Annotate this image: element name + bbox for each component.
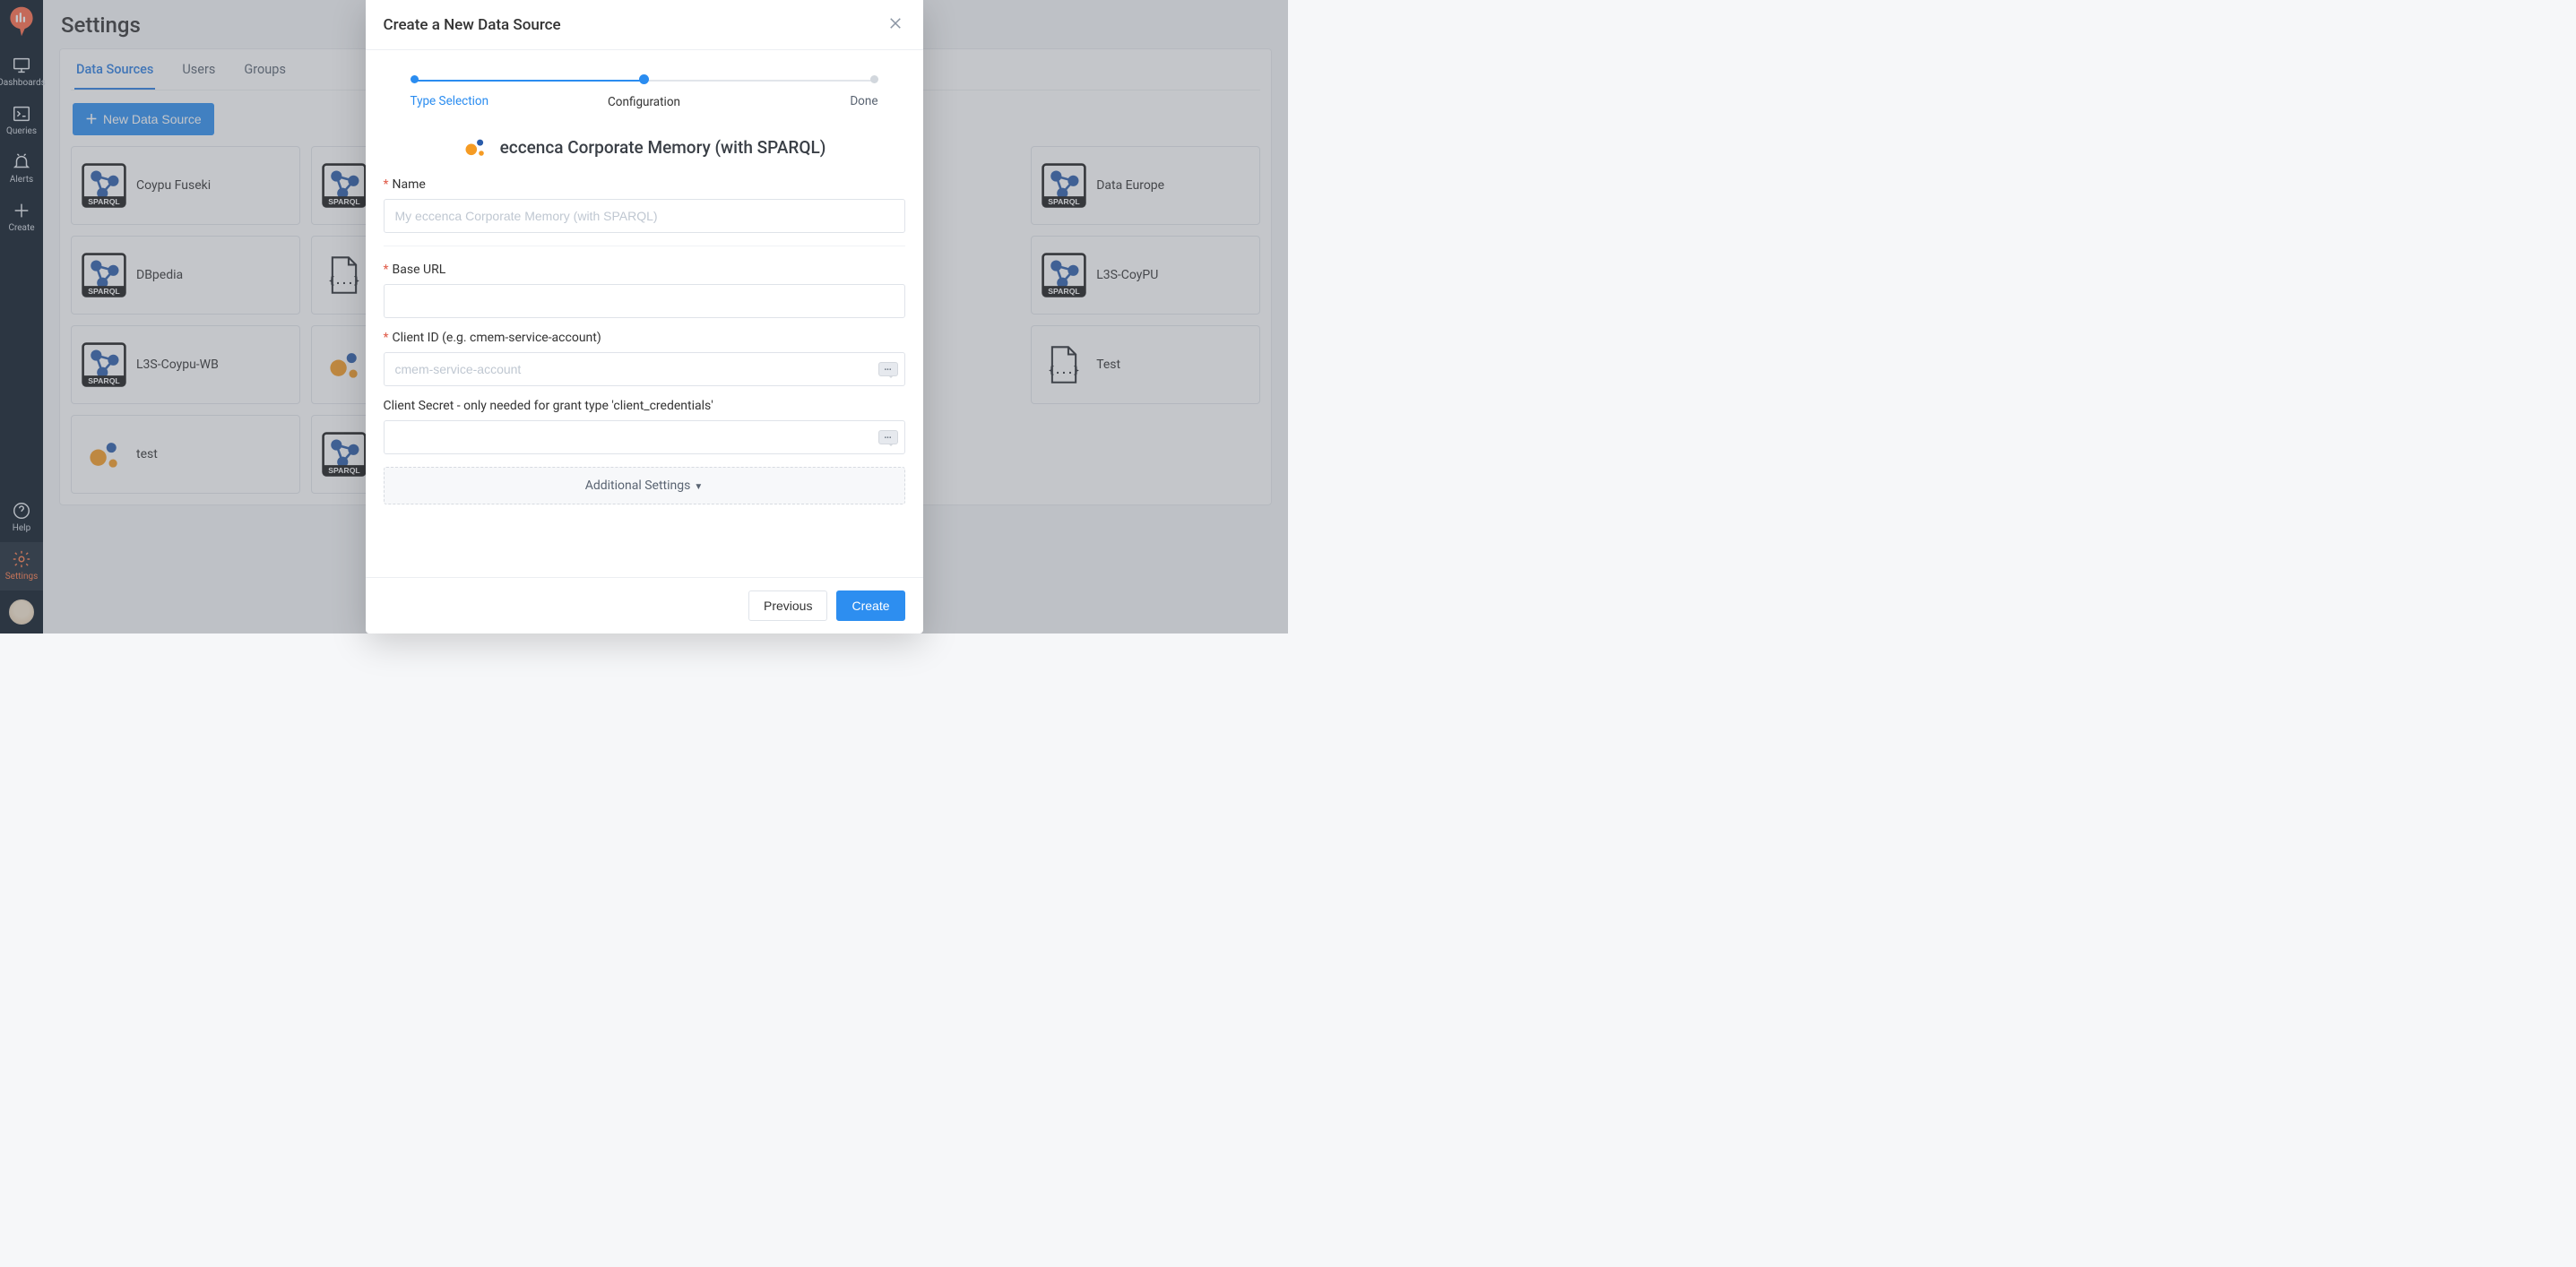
previous-button[interactable]: Previous <box>748 590 827 621</box>
name-input[interactable] <box>384 199 905 233</box>
eccenca-icon <box>462 134 488 159</box>
modal-header: Create a New Data Source <box>366 0 923 50</box>
password-manager-icon[interactable]: ••• <box>878 362 898 376</box>
step-done: Done <box>807 75 878 109</box>
additional-settings-toggle[interactable]: Additional Settings▼ <box>384 467 905 504</box>
close-icon <box>889 17 902 30</box>
chevron-down-icon: ▼ <box>694 482 703 492</box>
data-source-type-header: eccenca Corporate Memory (with SPARQL) <box>384 134 905 159</box>
wizard-steps: Type Selection Configuration Done <box>411 75 878 109</box>
field-name: *Name <box>384 177 905 233</box>
client-id-input[interactable] <box>384 352 905 386</box>
field-base-url: *Base URL <box>384 263 905 318</box>
step-configuration: Configuration <box>609 75 680 109</box>
step-type-selection[interactable]: Type Selection <box>411 75 482 109</box>
base-url-input[interactable] <box>384 284 905 318</box>
modal-title: Create a New Data Source <box>384 16 561 34</box>
create-data-source-modal: Create a New Data Source Type Selection … <box>366 0 923 634</box>
client-secret-input[interactable] <box>384 420 905 454</box>
password-manager-icon[interactable]: ••• <box>878 430 898 444</box>
modal-body: Type Selection Configuration Done eccenc… <box>366 50 923 513</box>
create-button[interactable]: Create <box>836 590 904 621</box>
field-client-secret: Client Secret - only needed for grant ty… <box>384 399 905 454</box>
data-source-type-name: eccenca Corporate Memory (with SPARQL) <box>500 137 826 158</box>
modal-footer: Previous Create <box>366 577 923 634</box>
modal-close-button[interactable] <box>886 13 905 37</box>
field-client-id: *Client ID (e.g. cmem-service-account) •… <box>384 331 905 386</box>
